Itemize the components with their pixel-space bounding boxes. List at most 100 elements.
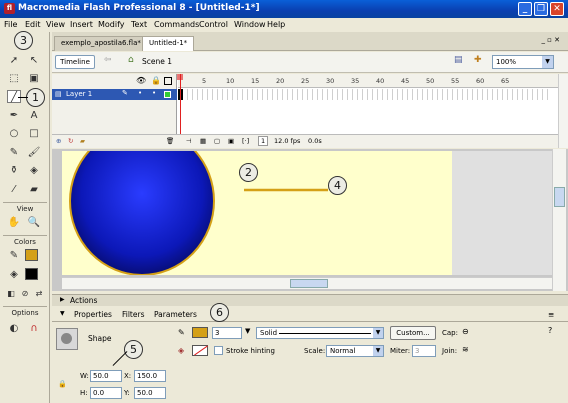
timeline-scrollbar[interactable] bbox=[558, 74, 568, 148]
expand-arrow-icon[interactable]: ▶ bbox=[60, 296, 65, 303]
lock-dot-icon[interactable]: • bbox=[152, 89, 156, 97]
join-style-icon[interactable]: ≋ bbox=[462, 345, 469, 354]
y-input[interactable]: 50.0 bbox=[134, 387, 166, 399]
lock-icon[interactable]: 🔒 bbox=[151, 76, 161, 85]
outline-icon[interactable] bbox=[164, 77, 172, 85]
tab-properties[interactable]: Properties bbox=[74, 310, 112, 319]
fill-color-picker[interactable] bbox=[192, 345, 208, 356]
layer-row[interactable]: ▤ Layer 1 ✎ • • bbox=[52, 89, 177, 100]
stage-vertical-scrollbar[interactable] bbox=[552, 149, 566, 291]
scroll-thumb[interactable] bbox=[290, 279, 328, 288]
playhead[interactable] bbox=[180, 74, 181, 134]
stroke-height-chevron-icon[interactable]: ▼ bbox=[245, 327, 250, 335]
onion-skin-icon[interactable]: ▦ bbox=[200, 137, 206, 145]
restore-button[interactable]: ❐ bbox=[534, 2, 548, 16]
subselection-tool-icon[interactable]: ↖ bbox=[27, 54, 41, 67]
cap-style-icon[interactable]: ⊖ bbox=[462, 327, 469, 336]
stroke-color-swatch[interactable] bbox=[25, 249, 38, 261]
pen-tool-icon[interactable]: ✒ bbox=[7, 109, 21, 122]
collapse-arrow-icon[interactable]: ▼ bbox=[60, 310, 65, 317]
hand-tool-icon[interactable]: ✋ bbox=[7, 216, 21, 229]
stroke-hinting-checkbox[interactable] bbox=[214, 346, 223, 355]
doc-window-controls[interactable]: _ ▫ ✕ bbox=[541, 36, 560, 44]
eyedropper-tool-icon[interactable]: ⁄ bbox=[7, 183, 21, 196]
close-button[interactable]: ✕ bbox=[550, 2, 564, 16]
brush-tool-icon[interactable]: 🖌 bbox=[27, 146, 41, 159]
menu-control[interactable]: Control bbox=[199, 20, 228, 29]
tab-parameters[interactable]: Parameters bbox=[154, 310, 197, 319]
menu-view[interactable]: View bbox=[46, 20, 65, 29]
onion-outline-icon[interactable]: ▢ bbox=[214, 137, 220, 145]
eye-icon[interactable]: 👁 bbox=[136, 76, 146, 85]
menu-file[interactable]: File bbox=[4, 20, 17, 29]
visible-dot-icon[interactable]: • bbox=[138, 89, 142, 97]
swap-colors-icon[interactable]: ⇄ bbox=[32, 287, 46, 300]
menu-edit[interactable]: Edit bbox=[25, 20, 41, 29]
tab-untitled-1[interactable]: Untitled-1* bbox=[142, 36, 195, 51]
stroke-height-input[interactable]: 3 bbox=[212, 327, 242, 339]
object-drawing-icon[interactable]: ◐ bbox=[7, 322, 21, 335]
menu-text[interactable]: Text bbox=[131, 20, 147, 29]
pencil-tool-icon[interactable]: ✎ bbox=[7, 146, 21, 159]
custom-stroke-button[interactable]: Custom... bbox=[390, 326, 436, 340]
menu-modify[interactable]: Modify bbox=[98, 20, 125, 29]
chevron-down-icon[interactable]: ▼ bbox=[373, 328, 383, 338]
modify-markers-icon[interactable]: [·] bbox=[242, 137, 249, 145]
zoom-tool-icon[interactable]: 🔍 bbox=[27, 216, 41, 229]
x-input[interactable]: 150.0 bbox=[134, 370, 166, 382]
chevron-down-icon[interactable]: ▼ bbox=[373, 346, 383, 356]
center-frame-icon[interactable]: ⊣ bbox=[186, 137, 192, 145]
tab-filters[interactable]: Filters bbox=[122, 310, 144, 319]
zoom-select[interactable]: 100% ▼ bbox=[492, 55, 554, 69]
stroke-style-select[interactable]: Solid ▼ bbox=[256, 327, 384, 339]
view-section-label: View bbox=[16, 205, 34, 213]
insert-folder-icon[interactable]: ▰ bbox=[80, 137, 85, 145]
back-arrow-icon[interactable]: ⇦ bbox=[104, 55, 112, 65]
rectangle-tool-icon[interactable]: □ bbox=[27, 127, 41, 140]
menu-insert[interactable]: Insert bbox=[70, 20, 93, 29]
scale-select[interactable]: Normal ▼ bbox=[326, 345, 384, 357]
ink-bottle-tool-icon[interactable]: ⚱ bbox=[7, 164, 21, 177]
help-icon[interactable]: ? bbox=[548, 326, 552, 335]
miter-input[interactable]: 3 bbox=[412, 345, 436, 357]
frame-rate[interactable]: 12.0 fps bbox=[274, 137, 300, 145]
edit-scene-icon[interactable]: ▤ bbox=[454, 55, 463, 65]
menu-help[interactable]: Help bbox=[267, 20, 285, 29]
stage-horizontal-scrollbar[interactable] bbox=[62, 277, 552, 289]
tab-exemplo-apostila6[interactable]: exemplo_apostila6.fla* bbox=[54, 36, 148, 51]
height-input[interactable]: 0.0 bbox=[90, 387, 122, 399]
width-input[interactable]: 50.0 bbox=[90, 370, 122, 382]
delete-layer-icon[interactable]: 🗑 bbox=[166, 137, 174, 145]
motion-guide-icon[interactable]: ↻ bbox=[68, 137, 73, 145]
scroll-thumb[interactable] bbox=[554, 187, 565, 207]
free-transform-tool-icon[interactable]: ⬚ bbox=[7, 72, 21, 85]
panel-menu-icon[interactable]: ≡ bbox=[548, 310, 554, 319]
frame-cells[interactable] bbox=[178, 89, 552, 100]
chevron-down-icon[interactable]: ▼ bbox=[542, 56, 553, 68]
black-white-icon[interactable]: ◧ bbox=[4, 287, 18, 300]
fill-transform-tool-icon[interactable]: ▣ bbox=[27, 72, 41, 85]
fill-color-swatch[interactable] bbox=[25, 268, 38, 280]
eraser-tool-icon[interactable]: ▰ bbox=[27, 183, 41, 196]
no-color-icon[interactable]: ⊘ bbox=[18, 287, 32, 300]
insert-layer-icon[interactable]: ⊕ bbox=[56, 137, 61, 145]
menu-window[interactable]: Window bbox=[234, 20, 266, 29]
edit-multiple-icon[interactable]: ▣ bbox=[228, 137, 234, 145]
menu-commands[interactable]: Commands bbox=[154, 20, 199, 29]
actions-panel-header[interactable]: ▶ Actions bbox=[52, 294, 568, 306]
stroke-color-picker[interactable] bbox=[192, 327, 208, 338]
oval-tool-icon[interactable]: ○ bbox=[7, 127, 21, 140]
edit-symbol-icon[interactable]: ✚ bbox=[474, 55, 482, 65]
text-tool-icon[interactable]: A bbox=[27, 109, 41, 122]
lock-icon[interactable]: 🔒 bbox=[58, 380, 67, 388]
selection-tool-icon[interactable]: ➚ bbox=[7, 54, 21, 67]
timeline-toggle-button[interactable]: Timeline bbox=[55, 55, 95, 69]
paint-bucket-tool-icon[interactable]: ◈ bbox=[27, 164, 41, 177]
layer-name[interactable]: Layer 1 bbox=[66, 90, 92, 98]
circle-shape[interactable] bbox=[69, 151, 215, 275]
snap-to-objects-icon[interactable]: ∩ bbox=[27, 322, 41, 335]
callout-5: 5 bbox=[124, 340, 143, 359]
layer-outline-color[interactable] bbox=[164, 91, 171, 98]
minimize-button[interactable]: _ bbox=[518, 2, 532, 16]
playhead-handle[interactable] bbox=[177, 74, 183, 80]
